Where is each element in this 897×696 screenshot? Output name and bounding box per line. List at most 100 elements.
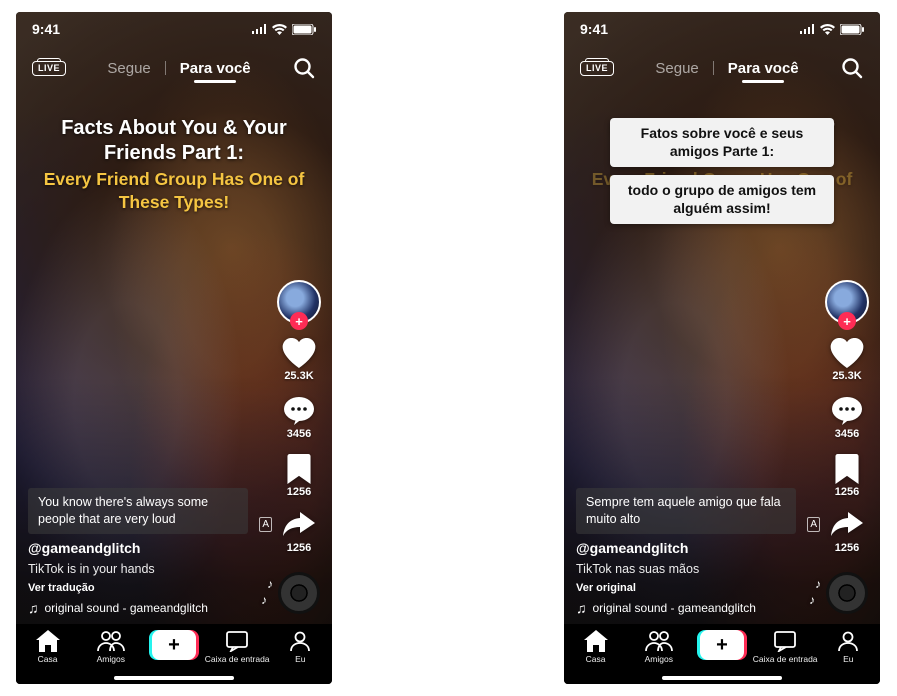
- tab-label: Eu: [843, 654, 853, 664]
- friends-icon: [645, 630, 673, 652]
- wifi-icon: [820, 24, 835, 35]
- comment-button[interactable]: 3456: [831, 396, 863, 440]
- translate-link[interactable]: Ver tradução: [28, 582, 260, 594]
- tab-home[interactable]: Casa: [566, 630, 626, 664]
- headline-line-2: Every Friend Group Has One of These Type…: [38, 168, 310, 214]
- save-button[interactable]: 1256: [287, 454, 311, 498]
- follow-plus-icon[interactable]: +: [290, 312, 308, 330]
- tab-home[interactable]: Casa: [18, 630, 78, 664]
- status-icons: [799, 24, 864, 35]
- subtitle-caption[interactable]: You know there's always some people that…: [28, 488, 248, 534]
- battery-icon: [292, 24, 316, 35]
- tab-for-you[interactable]: Para você: [180, 60, 251, 77]
- status-bar: 9:41: [16, 12, 332, 46]
- comment-count: 3456: [287, 428, 311, 440]
- video-description[interactable]: TikTok is in your hands: [28, 562, 260, 576]
- heart-icon: [830, 338, 864, 368]
- action-rail: + 25.3K 3456 1256 1256: [822, 280, 872, 614]
- cc-badge-icon: A: [259, 517, 272, 533]
- sound-disc[interactable]: [278, 572, 320, 614]
- headline-line-1: Facts About You & Your Friends Part 1:: [38, 116, 310, 166]
- status-time: 9:41: [32, 21, 60, 37]
- tab-separator: [165, 61, 166, 75]
- bottom-tab-bar: Casa Amigos + Caixa de entrada Eu: [16, 624, 332, 684]
- home-icon: [36, 630, 60, 652]
- author-avatar[interactable]: +: [277, 280, 321, 324]
- plus-icon: +: [716, 635, 728, 655]
- home-icon: [584, 630, 608, 652]
- sound-row[interactable]: ♫ original sound - gameandglitch: [576, 600, 808, 616]
- like-button[interactable]: 25.3K: [282, 338, 316, 382]
- tab-inbox[interactable]: Caixa de entrada: [207, 630, 267, 664]
- create-button[interactable]: +: [700, 630, 744, 660]
- tab-for-you[interactable]: Para você: [728, 60, 799, 77]
- translated-sticker-1[interactable]: Fatos sobre você e seus amigos Parte 1:: [610, 118, 834, 167]
- video-description[interactable]: TikTok nas suas mãos: [576, 562, 808, 576]
- video-meta: You know there's always some people that…: [28, 488, 260, 616]
- heart-icon: [282, 338, 316, 368]
- author-username[interactable]: @gameandglitch: [28, 540, 260, 556]
- translated-sticker-overlay: Fatos sobre você e seus amigos Parte 1: …: [564, 118, 880, 224]
- home-indicator: [114, 676, 234, 680]
- sound-name: original sound - gameandglitch: [593, 601, 756, 615]
- feed-tabs: Segue Para você: [107, 60, 250, 77]
- bookmark-icon: [835, 454, 859, 484]
- phone-screenshot-original: 9:41 LIVE Segue Para você Facts About Yo…: [16, 12, 332, 684]
- author-username[interactable]: @gameandglitch: [576, 540, 808, 556]
- tab-inbox[interactable]: Caixa de entrada: [755, 630, 815, 664]
- translate-link[interactable]: Ver original: [576, 582, 808, 594]
- save-count: 1256: [287, 486, 311, 498]
- save-button[interactable]: 1256: [835, 454, 859, 498]
- save-count: 1256: [835, 486, 859, 498]
- share-button[interactable]: 1256: [283, 512, 315, 554]
- music-note-icon: ♫: [576, 600, 587, 616]
- friends-icon: [97, 630, 125, 652]
- sound-row[interactable]: ♫ original sound - gameandglitch: [28, 600, 260, 616]
- music-note-icon: ♫: [28, 600, 39, 616]
- cc-badge-icon: A: [807, 517, 820, 533]
- search-icon[interactable]: [840, 56, 864, 80]
- live-button[interactable]: LIVE: [32, 61, 66, 76]
- follow-plus-icon[interactable]: +: [838, 312, 856, 330]
- tab-profile[interactable]: Eu: [818, 630, 878, 664]
- like-button[interactable]: 25.3K: [830, 338, 864, 382]
- live-button[interactable]: LIVE: [580, 61, 614, 76]
- top-nav: LIVE Segue Para você: [564, 48, 880, 88]
- tab-following[interactable]: Segue: [107, 60, 150, 77]
- create-button[interactable]: +: [152, 630, 196, 660]
- top-nav: LIVE Segue Para você: [16, 48, 332, 88]
- feed-tabs: Segue Para você: [655, 60, 798, 77]
- tab-following[interactable]: Segue: [655, 60, 698, 77]
- signal-icon: [251, 24, 267, 34]
- tab-label: Eu: [295, 654, 305, 664]
- inbox-icon: [225, 630, 249, 652]
- phone-screenshot-translated: 9:41 LIVE Segue Para você Facts About Yo…: [564, 12, 880, 684]
- share-button[interactable]: 1256: [831, 512, 863, 554]
- sound-name: original sound - gameandglitch: [45, 601, 208, 615]
- status-bar: 9:41: [564, 12, 880, 46]
- share-icon: [831, 512, 863, 540]
- comment-button[interactable]: 3456: [283, 396, 315, 440]
- tab-create[interactable]: +: [144, 630, 204, 660]
- bottom-tab-bar: Casa Amigos + Caixa de entrada Eu: [564, 624, 880, 684]
- search-icon[interactable]: [292, 56, 316, 80]
- status-time: 9:41: [580, 21, 608, 37]
- bookmark-icon: [287, 454, 311, 484]
- video-headline-overlay: Facts About You & Your Friends Part 1: E…: [16, 116, 332, 214]
- video-meta: Sempre tem aquele amigo que fala muito a…: [576, 488, 808, 616]
- tab-profile[interactable]: Eu: [270, 630, 330, 664]
- tab-friends[interactable]: Amigos: [629, 630, 689, 664]
- author-avatar[interactable]: +: [825, 280, 869, 324]
- subtitle-text: Sempre tem aquele amigo que fala muito a…: [586, 495, 781, 526]
- profile-icon: [289, 630, 311, 652]
- tab-friends[interactable]: Amigos: [81, 630, 141, 664]
- comment-count: 3456: [835, 428, 859, 440]
- tab-label: Casa: [586, 654, 606, 664]
- subtitle-caption[interactable]: Sempre tem aquele amigo que fala muito a…: [576, 488, 796, 534]
- tab-create[interactable]: +: [692, 630, 752, 660]
- inbox-icon: [773, 630, 797, 652]
- sound-disc[interactable]: [826, 572, 868, 614]
- translated-sticker-2[interactable]: todo o grupo de amigos tem alguém assim!: [610, 175, 834, 224]
- share-count: 1256: [287, 542, 311, 554]
- tab-label: Amigos: [645, 654, 673, 664]
